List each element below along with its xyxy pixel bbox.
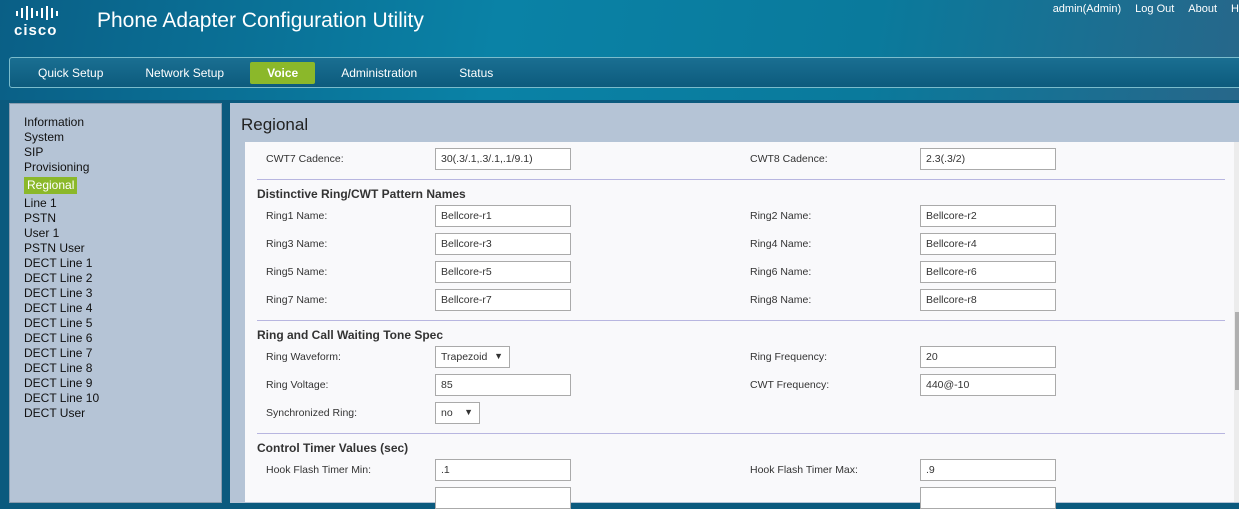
section-divider — [257, 433, 1225, 434]
field-label: Synchronized Ring: — [266, 407, 358, 419]
field-label: CWT7 Cadence: — [266, 153, 344, 165]
text-input[interactable]: 440@-10 — [920, 374, 1056, 396]
section-title: Control Timer Values (sec) — [257, 441, 409, 455]
cisco-logo: cisco — [14, 6, 58, 39]
section-title: Distinctive Ring/CWT Pattern Names — [257, 187, 466, 201]
sidebar-item-sip[interactable]: SIP — [24, 145, 221, 160]
about-link[interactable]: About — [1188, 3, 1217, 15]
ring-waveform-select[interactable]: Trapezoid ▼ — [435, 346, 510, 368]
chevron-down-icon: ▼ — [494, 351, 503, 361]
form-row: Synchronized Ring: no ▼ — [245, 402, 1225, 424]
sidebar-item-dect-line-9[interactable]: DECT Line 9 — [24, 376, 221, 391]
tab-administration[interactable]: Administration — [341, 62, 417, 84]
section-divider — [257, 179, 1225, 180]
sidebar-item-system[interactable]: System — [24, 130, 221, 145]
text-input[interactable] — [435, 487, 571, 509]
field-label: Ring4 Name: — [750, 238, 812, 250]
app-title: Phone Adapter Configuration Utility — [97, 9, 424, 32]
section-title: Ring and Call Waiting Tone Spec — [257, 328, 444, 342]
text-input[interactable]: 20 — [920, 346, 1056, 368]
page-title: Regional — [241, 115, 309, 134]
text-input[interactable]: Bellcore-r5 — [435, 261, 571, 283]
tab-voice[interactable]: Voice — [250, 61, 316, 84]
field-label: Hook Flash Timer Min: — [266, 464, 372, 476]
text-input[interactable]: 30(.3/.1,.3/.1,.1/9.1) — [435, 148, 571, 170]
field-label: Ring8 Name: — [750, 294, 812, 306]
sidebar-item-pstn-user[interactable]: PSTN User — [24, 241, 221, 256]
field-label: Ring1 Name: — [266, 210, 328, 222]
text-input[interactable]: .1 — [435, 459, 571, 481]
field-label: Ring5 Name: — [266, 266, 328, 278]
settings-form: CWT7 Cadence: 30(.3/.1,.3/.1,.1/9.1) CWT8 … — [245, 142, 1234, 509]
sidebar-item-dect-line-5[interactable]: DECT Line 5 — [24, 316, 221, 331]
field-label: CWT Frequency: — [750, 379, 830, 391]
sidebar-item-pstn[interactable]: PSTN — [24, 211, 221, 226]
sidebar-item-dect-user[interactable]: DECT User — [24, 406, 221, 421]
sidebar-item-dect-line-8[interactable]: DECT Line 8 — [24, 361, 221, 376]
text-input[interactable]: Bellcore-r6 — [920, 261, 1056, 283]
sidebar-item-regional[interactable]: Regional — [24, 177, 78, 194]
sidebar-item-dect-line-4[interactable]: DECT Line 4 — [24, 301, 221, 316]
select-value: no — [441, 407, 453, 419]
field-label: Ring Frequency: — [750, 351, 828, 363]
text-input[interactable]: Bellcore-r1 — [435, 205, 571, 227]
synchronized-ring-select[interactable]: no ▼ — [435, 402, 480, 424]
field-label: Ring2 Name: — [750, 210, 812, 222]
tab-network-setup[interactable]: Network Setup — [145, 62, 224, 84]
form-row: Ring3 Name: Bellcore-r3 Ring4 Name: Bellcor… — [245, 233, 1225, 255]
sidebar-item-dect-line-6[interactable]: DECT Line 6 — [24, 331, 221, 346]
form-row: Ring Waveform: Trapezoid ▼ Ring Frequency: 2… — [245, 346, 1225, 368]
section-divider — [257, 320, 1225, 321]
text-input[interactable]: .9 — [920, 459, 1056, 481]
help-link[interactable]: H — [1231, 3, 1239, 15]
main-panel: Regional CWT7 Cadence: 30(.3/.1,.3/.1,.1/… — [230, 103, 1239, 509]
form-row: Hook Flash Timer Min: .1 Hook Flash Timer … — [245, 459, 1225, 481]
sidebar-item-user-1[interactable]: User 1 — [24, 226, 221, 241]
sidebar-item-dect-line-7[interactable]: DECT Line 7 — [24, 346, 221, 361]
select-value: Trapezoid — [441, 351, 488, 363]
field-label: Ring6 Name: — [750, 266, 812, 278]
sidebar-item-information[interactable]: Information — [24, 115, 221, 130]
sidebar-item-dect-line-2[interactable]: DECT Line 2 — [24, 271, 221, 286]
form-row: Ring7 Name: Bellcore-r7 Ring8 Name: Bellcor… — [245, 289, 1225, 311]
tab-quick-setup[interactable]: Quick Setup — [38, 62, 103, 84]
text-input[interactable]: Bellcore-r2 — [920, 205, 1056, 227]
logout-link[interactable]: Log Out — [1135, 3, 1174, 15]
text-input[interactable]: Bellcore-r3 — [435, 233, 571, 255]
form-row: Ring5 Name: Bellcore-r5 Ring6 Name: Bellcor… — [245, 261, 1225, 283]
sidebar: Information System SIP Provisioning Regional… — [9, 103, 222, 503]
text-input[interactable]: 85 — [435, 374, 571, 396]
form-row: CWT7 Cadence: 30(.3/.1,.3/.1,.1/9.1) CWT8 … — [245, 148, 1225, 170]
sidebar-item-provisioning[interactable]: Provisioning — [24, 160, 221, 175]
text-input[interactable]: Bellcore-r4 — [920, 233, 1056, 255]
field-label: CWT8 Cadence: — [750, 153, 828, 165]
text-input[interactable]: Bellcore-r7 — [435, 289, 571, 311]
field-label: Ring7 Name: — [266, 294, 328, 306]
sidebar-item-dect-line-10[interactable]: DECT Line 10 — [24, 391, 221, 406]
field-label: Ring3 Name: — [266, 238, 328, 250]
text-input[interactable] — [920, 487, 1056, 509]
form-row: Ring1 Name: Bellcore-r1 Ring2 Name: Bellcor… — [245, 205, 1225, 227]
field-label: Ring Voltage: — [266, 379, 329, 391]
field-label: Ring Waveform: — [266, 351, 341, 363]
form-row: Ring Voltage: 85 CWT Frequency: 440@-10 — [245, 374, 1225, 396]
sidebar-item-dect-line-1[interactable]: DECT Line 1 — [24, 256, 221, 271]
scrollbar[interactable] — [1234, 142, 1239, 502]
scrollbar-thumb[interactable] — [1235, 312, 1239, 390]
sidebar-item-line-1[interactable]: Line 1 — [24, 196, 221, 211]
tab-status[interactable]: Status — [459, 62, 493, 84]
user-link[interactable]: admin(Admin) — [1053, 3, 1121, 15]
header: cisco Phone Adapter Configuration Utilit… — [0, 0, 1239, 100]
text-input[interactable]: Bellcore-r8 — [920, 289, 1056, 311]
main-nav: Quick Setup Network Setup Voice Administ… — [9, 57, 1239, 88]
chevron-down-icon: ▼ — [464, 407, 473, 417]
field-label: Hook Flash Timer Max: — [750, 464, 858, 476]
sidebar-item-dect-line-3[interactable]: DECT Line 3 — [24, 286, 221, 301]
text-input[interactable]: 2.3(.3/2) — [920, 148, 1056, 170]
